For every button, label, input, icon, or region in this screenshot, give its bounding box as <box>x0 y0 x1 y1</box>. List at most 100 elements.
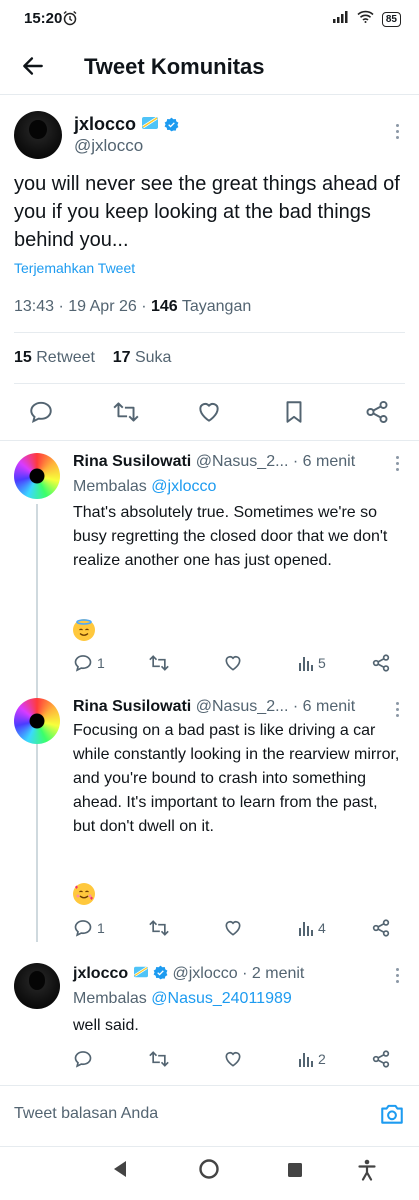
author-handle: @jxlocco <box>74 136 144 155</box>
like-heart-icon[interactable] <box>196 399 222 425</box>
battery-indicator: 85 <box>381 11 401 27</box>
reply-count: 1 <box>97 655 105 671</box>
share-icon[interactable] <box>371 652 391 674</box>
author-name: jxlocco <box>74 114 137 134</box>
top-app-bar: Tweet Komunitas <box>0 40 419 94</box>
avatar[interactable] <box>14 698 60 744</box>
camera-icon[interactable] <box>379 1101 405 1127</box>
reply-actions: 1 4 <box>73 917 393 939</box>
reply-compose-bar[interactable]: Tweet balasan Anda <box>0 1085 419 1145</box>
likes-stat[interactable]: 17 Suka <box>113 349 172 366</box>
views-button[interactable]: 2 <box>298 1048 326 1070</box>
retweet-icon[interactable] <box>112 399 139 425</box>
tweet-time: 13:43 <box>14 298 55 315</box>
tweet-meta: 13:43 · 19 Apr 26 · 146 Tayangan <box>14 298 252 315</box>
share-icon[interactable] <box>371 917 391 939</box>
meta-divider <box>14 332 405 333</box>
retweet-icon[interactable] <box>148 652 170 674</box>
reply-text: well said. <box>73 1017 139 1034</box>
system-navigation-bar <box>0 1146 419 1200</box>
views-chart-icon <box>299 657 313 671</box>
views-count: 4 <box>318 920 326 936</box>
share-icon[interactable] <box>364 399 390 425</box>
tweet-text: you will never see the great things ahea… <box>14 173 400 251</box>
reply-icon <box>74 655 92 672</box>
verified-badge-icon <box>164 116 179 132</box>
tweet-date: 19 Apr 26 <box>68 298 137 315</box>
retweet-icon[interactable] <box>148 917 170 939</box>
author-name-row[interactable]: jxlocco <box>74 114 179 136</box>
header-divider <box>0 94 419 95</box>
more-options-icon[interactable] <box>396 702 400 720</box>
alarm-icon <box>62 10 78 31</box>
more-options-icon[interactable] <box>396 968 400 986</box>
reply-button[interactable]: 1 <box>73 652 105 674</box>
author-name[interactable]: Rina Susilowati <box>73 453 191 470</box>
accessibility-icon[interactable] <box>358 1159 376 1186</box>
views-chart-icon <box>299 1053 313 1067</box>
reply-count: 1 <box>97 920 105 936</box>
translate-tweet-link[interactable]: Terjemahkan Tweet <box>14 260 135 276</box>
hearts-emoji-icon <box>73 883 95 905</box>
bookmark-icon[interactable] <box>281 399 307 425</box>
replying-to-link[interactable]: @jxlocco <box>151 478 216 495</box>
back-arrow-icon[interactable] <box>20 53 48 81</box>
author-handle: @Nasus_2... <box>195 453 289 470</box>
retweet-icon[interactable] <box>148 1048 170 1070</box>
reply-time: 6 menit <box>302 698 356 715</box>
reply-icon[interactable] <box>73 1048 93 1070</box>
reply-input[interactable]: Tweet balasan Anda <box>14 1105 158 1123</box>
like-heart-icon[interactable] <box>223 917 243 939</box>
views-button[interactable]: 4 <box>298 917 326 939</box>
views-count: 146 <box>150 298 178 315</box>
reply-button[interactable]: 1 <box>73 917 105 939</box>
main-tweet-actions <box>0 399 419 427</box>
views-label: Tayangan <box>181 298 252 315</box>
reply-icon <box>74 920 92 937</box>
author-name[interactable]: jxlocco <box>73 965 128 982</box>
avatar[interactable] <box>14 963 60 1009</box>
stats-divider <box>14 383 405 384</box>
like-heart-icon[interactable] <box>223 1048 243 1070</box>
more-options-icon[interactable] <box>396 456 400 474</box>
reply-icon[interactable] <box>28 399 54 425</box>
avatar[interactable] <box>14 453 60 499</box>
tweet-stats: 15 Retweet 17 Suka <box>14 349 171 367</box>
like-heart-icon[interactable] <box>223 652 243 674</box>
reply-time: 2 menit <box>251 965 305 982</box>
reply-text: Focusing on a bad past is like driving a… <box>73 722 400 835</box>
main-tweet-divider <box>0 440 419 441</box>
verified-badge-icon <box>153 965 168 980</box>
reply-header: Rina Susilowati @Nasus_2... · 6 menit <box>73 453 356 470</box>
nav-home-icon[interactable] <box>198 1158 220 1185</box>
avatar[interactable] <box>14 111 62 159</box>
views-button[interactable]: 5 <box>298 652 326 674</box>
page-title: Tweet Komunitas <box>84 54 265 79</box>
community-flag-icon <box>133 965 149 984</box>
share-icon[interactable] <box>371 1048 391 1070</box>
nav-back-icon[interactable] <box>112 1160 128 1183</box>
replying-to: Membalas @Nasus_24011989 <box>73 990 292 1007</box>
wifi-icon <box>357 10 374 28</box>
author-name[interactable]: Rina Susilowati <box>73 698 191 715</box>
status-bar: 15:20 85 <box>0 0 419 40</box>
community-flag-icon <box>141 115 159 136</box>
replying-to: Membalas @jxlocco <box>73 478 217 495</box>
more-options-icon[interactable] <box>396 124 400 142</box>
replying-to-link[interactable]: @Nasus_24011989 <box>151 990 292 1007</box>
views-chart-icon <box>299 922 313 936</box>
retweets-stat[interactable]: 15 Retweet <box>14 349 95 366</box>
nav-recents-icon[interactable] <box>287 1162 303 1183</box>
reply-actions: 1 5 <box>73 652 393 674</box>
author-handle: @jxlocco <box>172 965 238 982</box>
views-count: 5 <box>318 655 326 671</box>
reply-text: That's absolutely true. Sometimes we're … <box>73 504 388 569</box>
status-time: 15:20 <box>24 10 63 27</box>
reply-header: Rina Susilowati @Nasus_2... · 6 menit <box>73 698 356 715</box>
author-handle: @Nasus_2... <box>195 698 289 715</box>
reply-time: 6 menit <box>302 453 356 470</box>
views-count: 2 <box>318 1051 326 1067</box>
reply-header: jxlocco @jxlocco · 2 menit <box>73 965 305 984</box>
signal-icon <box>332 10 349 28</box>
reply-actions: 2 <box>73 1048 393 1070</box>
